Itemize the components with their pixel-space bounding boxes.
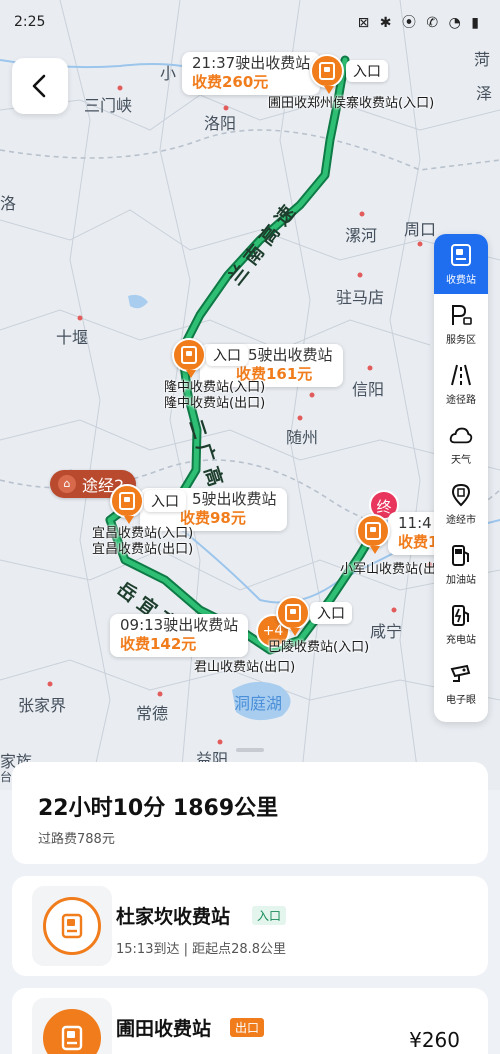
destination-label: 终	[376, 498, 392, 516]
toll-station-pin[interactable]	[310, 54, 344, 94]
side-item-label: 电子眼	[446, 694, 476, 706]
station-name: 隆中收费站(入口) 隆中收费站(出口)	[164, 380, 266, 411]
side-item-camera[interactable]: 电子眼	[434, 654, 488, 714]
via-icon: ⌂	[58, 475, 76, 493]
entry-badge: 入口	[252, 906, 287, 925]
toll-station-pin[interactable]	[110, 484, 144, 524]
back-button[interactable]	[12, 58, 68, 114]
side-item-service[interactable]: 服务区	[434, 294, 488, 354]
route-road-icon	[449, 363, 473, 387]
city-label: 小	[160, 64, 177, 83]
side-item-city[interactable]: 途经市	[434, 474, 488, 534]
city-label: 信阳	[352, 380, 385, 399]
toll-tag-time: 5驶出收费站	[248, 346, 333, 364]
city-pin-icon	[449, 483, 473, 507]
toll-tag-time: 5驶出收费站	[192, 490, 277, 508]
station-name: 小军山收费站(出	[340, 562, 437, 577]
toll-station-pin[interactable]	[172, 338, 206, 378]
city-label: 菏	[474, 50, 491, 69]
lake-label: 洞庭湖	[234, 694, 283, 713]
entry-chip: 入口	[346, 60, 388, 82]
exit-badge: 出口	[230, 1018, 265, 1037]
toll-tag-fee: 收费142元	[120, 635, 197, 653]
entry-chip: 入口	[206, 344, 248, 366]
station-name: 君山收费站(出口)	[194, 660, 296, 675]
side-item-label: 天气	[451, 454, 471, 466]
route-toll-total: 过路费788元	[38, 832, 115, 847]
toll-station-icon	[319, 62, 335, 80]
entry-chip: 入口	[310, 602, 352, 624]
service-area-icon	[449, 303, 473, 327]
side-item-charging[interactable]: 充电站	[434, 594, 488, 654]
toll-station-name: 杜家坎收费站	[116, 906, 231, 928]
toll-station-thumb	[32, 886, 112, 966]
route-map[interactable]: 三门峡 洛阳 漯河 周口 驻马店 十堰 信阳 随州 咸宁 张家界 常德 洞庭湖 …	[0, 0, 500, 790]
toll-station-card[interactable]: 杜家坎收费站 入口 15:13到达 | 距起点28.8公里	[12, 876, 488, 976]
station-name: 宜昌收费站(入口) 宜昌收费站(出口)	[92, 526, 194, 557]
status-time: 2:25	[14, 14, 46, 30]
route-duration-distance: 22小时10分 1869公里	[38, 796, 279, 821]
charging-station-icon	[449, 603, 473, 627]
city-label: 三门峡	[84, 96, 133, 115]
city-label: 随州	[286, 428, 319, 447]
side-item-weather[interactable]: 天气	[434, 414, 488, 474]
toll-station-icon	[181, 346, 197, 364]
entry-chip: 入口	[144, 490, 186, 512]
city-label: 洛	[0, 194, 17, 213]
toll-station-icon	[365, 522, 381, 540]
status-bar: 2:25 ⊠ ✱ ⦿ ✆ ◔ ▮	[0, 0, 500, 36]
toll-tag-fee: 收费1	[398, 533, 439, 551]
sheet-handle[interactable]	[236, 748, 264, 752]
side-item-toll[interactable]: 收费站	[434, 234, 488, 294]
toll-station-card[interactable]: 圃田收费站 出口 ¥260	[12, 988, 488, 1054]
cluster-count: +4	[262, 623, 284, 639]
toll-station-icon	[43, 897, 101, 955]
city-label: 洛阳	[204, 114, 237, 133]
status-icons: ⊠ ✱ ⦿ ✆ ◔ ▮	[357, 15, 482, 31]
toll-price: ¥260	[409, 1028, 460, 1052]
city-label: 咸宁	[370, 622, 403, 641]
toll-tag-time: 21:37驶出收费站	[192, 54, 311, 72]
toll-station-icon	[43, 1009, 101, 1054]
toll-station-icon	[449, 243, 473, 267]
toll-tag-fee: 收费98元	[180, 509, 246, 527]
toll-station-pin[interactable]	[276, 596, 310, 636]
toll-tag-fee: 收费260元	[192, 73, 269, 91]
toll-station-icon	[119, 492, 135, 510]
city-label: 泽	[476, 84, 493, 103]
toll-station-detail: 15:13到达 | 距起点28.8公里	[116, 942, 287, 957]
city-label: 驻马店	[336, 288, 385, 307]
toll-station-thumb	[32, 998, 112, 1054]
side-item-label: 服务区	[446, 334, 476, 346]
station-name: 巴陵收费站(入口)	[268, 640, 370, 655]
gas-station-icon	[449, 543, 473, 567]
side-item-gas[interactable]: 加油站	[434, 534, 488, 594]
city-label: 周口	[404, 220, 437, 239]
city-label: 张家界	[18, 696, 67, 715]
city-label: 漯河	[345, 226, 378, 245]
camera-icon	[449, 663, 473, 687]
chevron-left-icon	[32, 74, 46, 98]
side-item-label: 途经市	[446, 514, 476, 526]
side-item-label: 途径路	[446, 394, 476, 406]
side-item-label: 收费站	[446, 274, 476, 286]
city-label: 十堰	[56, 328, 89, 347]
station-name: 圃田收郑州侯寨收费站(入口)	[268, 96, 435, 111]
toll-tag[interactable]: 09:13驶出收费站 收费142元	[110, 614, 249, 657]
toll-tag-time: 09:13驶出收费站	[120, 616, 239, 634]
weather-icon	[449, 423, 473, 447]
side-item-label: 加油站	[446, 574, 476, 586]
side-item-label: 充电站	[446, 634, 476, 646]
route-summary-card: 22小时10分 1869公里 过路费788元	[12, 762, 488, 864]
toll-tag-time: 11:4	[398, 514, 432, 532]
map-layer-panel: 收费站 服务区 途径路 天气 途经市 加油站 充电站 电子眼	[434, 234, 488, 722]
side-item-road[interactable]: 途径路	[434, 354, 488, 414]
toll-tag[interactable]: 21:37驶出收费站 收费260元	[182, 52, 321, 95]
toll-station-icon	[285, 604, 301, 622]
toll-station-name: 圃田收费站	[116, 1018, 212, 1040]
toll-station-pin[interactable]	[356, 514, 390, 554]
city-label: 常德	[136, 704, 169, 723]
